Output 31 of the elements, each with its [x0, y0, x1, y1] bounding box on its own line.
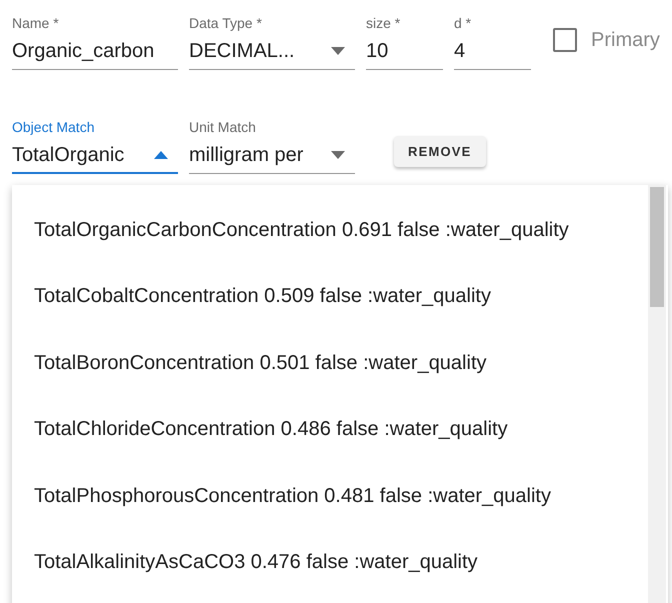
remove-button[interactable]: REMOVE: [394, 136, 486, 167]
field-value: DECIMAL...: [189, 40, 295, 62]
caret-down-icon: [331, 151, 345, 159]
field-value: 4: [454, 40, 466, 62]
dropdown-option[interactable]: TotalChlorideConcentration 0.486 false :water_quality: [12, 396, 648, 463]
caret-down-icon: [331, 47, 345, 55]
field-label: d *: [454, 14, 472, 32]
field-label: Unit Match: [189, 118, 257, 136]
checkbox[interactable]: [553, 28, 577, 52]
dropdown-option[interactable]: TotalBoronConcentration 0.501 false :water_quality: [12, 330, 648, 396]
dropdown-option[interactable]: TotalAlkalinityAsCaCO3 0.476 false :water_quality: [12, 530, 648, 596]
field-value: Organic_carbon: [12, 40, 154, 62]
select-field[interactable]: Object Match TotalOrganic: [12, 118, 178, 174]
input-field[interactable]: d * 4: [454, 14, 531, 70]
dropdown-option[interactable]: TotalPhosphorousConcentration 0.481 false :water_quality: [12, 463, 648, 530]
field-value: 10: [366, 40, 388, 62]
field-label: Data Type *: [189, 14, 263, 32]
field-label: Name *: [12, 14, 60, 32]
scrollbar[interactable]: [648, 185, 666, 603]
field-label: size *: [366, 14, 402, 32]
caret-up-icon: [154, 151, 168, 159]
select-field[interactable]: Data Type * DECIMAL...: [189, 14, 355, 70]
input-field[interactable]: size * 10: [366, 14, 443, 70]
field-label: Object Match: [12, 118, 96, 136]
field-value: TotalOrganic: [12, 144, 124, 166]
field-value: milligram per: [189, 144, 304, 166]
checkbox-label: Primary: [591, 28, 660, 52]
select-field[interactable]: Unit Match milligram per: [189, 118, 355, 174]
input-field[interactable]: Name * Organic_carbon: [12, 14, 178, 70]
dropdown-option[interactable]: TotalCobaltConcentration 0.509 false :water_quality: [12, 264, 648, 330]
dropdown-option[interactable]: TotalOrganicCarbonConcentration 0.691 false :water_quality: [12, 197, 648, 264]
